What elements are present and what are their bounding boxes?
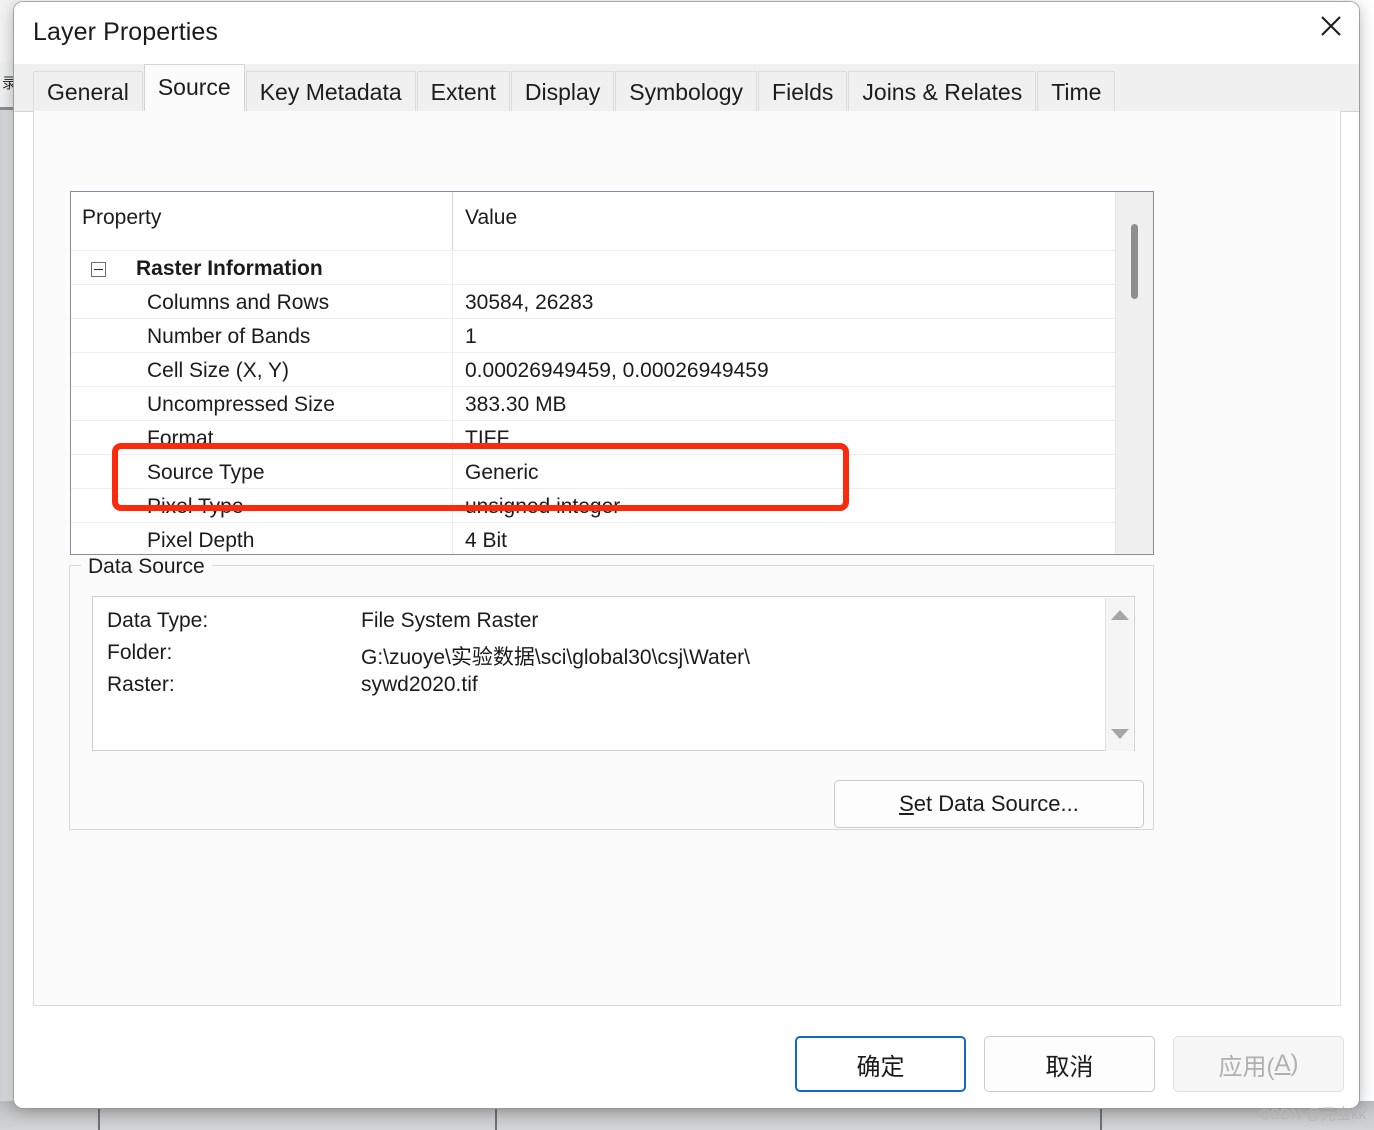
cell-divider xyxy=(452,523,453,554)
property-value: TIFF xyxy=(465,427,510,450)
source-tab-panel: Property Value Raster Information Column… xyxy=(33,111,1341,1006)
property-name: Pixel Depth xyxy=(147,529,255,552)
scroll-up-arrow-icon[interactable] xyxy=(1110,610,1129,620)
table-row[interactable]: Number of Bands 1 xyxy=(71,318,1115,353)
layer-properties-dialog: Layer Properties General Source Key Meta… xyxy=(14,2,1359,1108)
data-type-label: Data Type: xyxy=(107,609,209,632)
raster-value: sywd2020.tif xyxy=(361,673,478,696)
tab-strip: General Source Key Metadata Extent Displ… xyxy=(33,64,1116,111)
column-header-value: Value xyxy=(465,206,518,229)
apply-label-prefix: 应用( xyxy=(1218,1053,1275,1081)
property-name: Pixel Type xyxy=(147,495,244,518)
cell-divider xyxy=(452,251,453,285)
property-value: 0.00026949459, 0.00026949459 xyxy=(465,359,769,382)
cell-divider xyxy=(452,387,453,421)
cell-divider xyxy=(452,455,453,489)
close-icon[interactable] xyxy=(1303,2,1359,49)
set-data-source-mnemonic: S xyxy=(899,791,914,816)
property-value: 30584, 26283 xyxy=(465,291,594,314)
watermark-text: CSDN @元宝kk xyxy=(1259,1106,1366,1123)
property-value: 383.30 MB xyxy=(465,393,567,416)
property-value: 1 xyxy=(465,325,477,348)
apply-mnemonic: A xyxy=(1274,1050,1291,1077)
cell-divider xyxy=(452,285,453,319)
data-type-value: File System Raster xyxy=(361,609,539,632)
property-name: Raster Information xyxy=(136,257,323,280)
tab-key-metadata[interactable]: Key Metadata xyxy=(245,71,416,111)
scroll-down-arrow-icon[interactable] xyxy=(1110,729,1129,739)
property-value: 4 Bit xyxy=(465,529,508,552)
tab-symbology[interactable]: Symbology xyxy=(615,71,758,111)
property-grid-header: Property Value xyxy=(71,192,1153,250)
cancel-button[interactable]: 取消 xyxy=(984,1036,1155,1092)
table-row[interactable]: Pixel Depth 4 Bit xyxy=(71,522,1115,554)
data-source-scrollbar[interactable] xyxy=(1105,598,1133,751)
property-name: Uncompressed Size xyxy=(147,393,335,416)
apply-label-suffix: ) xyxy=(1290,1050,1299,1077)
property-name: Source Type xyxy=(147,461,265,484)
folder-value: G:\zuoye\实验数据\sci\global30\csj\Water\ xyxy=(361,646,751,669)
cell-divider xyxy=(452,489,453,523)
table-row[interactable]: Format TIFF xyxy=(71,420,1115,455)
scrollbar-thumb[interactable] xyxy=(1131,224,1138,299)
property-name: Format xyxy=(147,427,214,450)
column-divider xyxy=(452,192,453,250)
table-row[interactable]: Uncompressed Size 383.30 MB xyxy=(71,386,1115,421)
cell-divider xyxy=(452,319,453,353)
folder-label: Folder: xyxy=(107,641,173,664)
table-row-cell-size[interactable]: Cell Size (X, Y) 0.00026949459, 0.000269… xyxy=(71,352,1115,387)
table-row[interactable]: Raster Information xyxy=(71,250,1115,285)
property-name: Number of Bands xyxy=(147,325,311,348)
column-header-property: Property xyxy=(82,206,162,229)
tab-extent[interactable]: Extent xyxy=(416,71,510,111)
cell-divider xyxy=(452,353,453,387)
property-name: Columns and Rows xyxy=(147,291,330,314)
raster-property-grid: Property Value Raster Information Column… xyxy=(70,191,1154,555)
tab-time[interactable]: Time xyxy=(1037,71,1116,111)
data-source-info-box: Data Type: File System Raster Folder: G:… xyxy=(92,596,1135,751)
dialog-titlebar: Layer Properties xyxy=(14,2,1359,64)
table-row[interactable]: Source Type Generic xyxy=(71,454,1115,489)
tab-joins-relates[interactable]: Joins & Relates xyxy=(848,71,1037,111)
property-value: unsigned integer xyxy=(465,495,621,518)
set-data-source-label: et Data Source... xyxy=(913,791,1079,816)
raster-label: Raster: xyxy=(107,673,175,696)
tab-source[interactable]: Source xyxy=(143,64,245,111)
collapse-expander-icon[interactable] xyxy=(91,262,106,277)
table-row[interactable]: Pixel Type unsigned integer xyxy=(71,488,1115,523)
property-name: Cell Size (X, Y) xyxy=(147,359,289,382)
table-row[interactable]: Columns and Rows 30584, 26283 xyxy=(71,284,1115,319)
dialog-title: Layer Properties xyxy=(33,18,219,46)
apply-button[interactable]: 应用(A) xyxy=(1173,1036,1344,1092)
data-source-group-label: Data Source xyxy=(81,555,212,579)
tab-general[interactable]: General xyxy=(33,71,143,111)
tab-fields[interactable]: Fields xyxy=(758,71,848,111)
property-grid-scrollbar[interactable] xyxy=(1115,192,1153,554)
set-data-source-button[interactable]: Set Data Source... xyxy=(834,780,1144,828)
tab-display[interactable]: Display xyxy=(510,71,615,111)
ok-button[interactable]: 确定 xyxy=(795,1036,966,1092)
property-value: Generic xyxy=(465,461,539,484)
cell-divider xyxy=(452,421,453,455)
